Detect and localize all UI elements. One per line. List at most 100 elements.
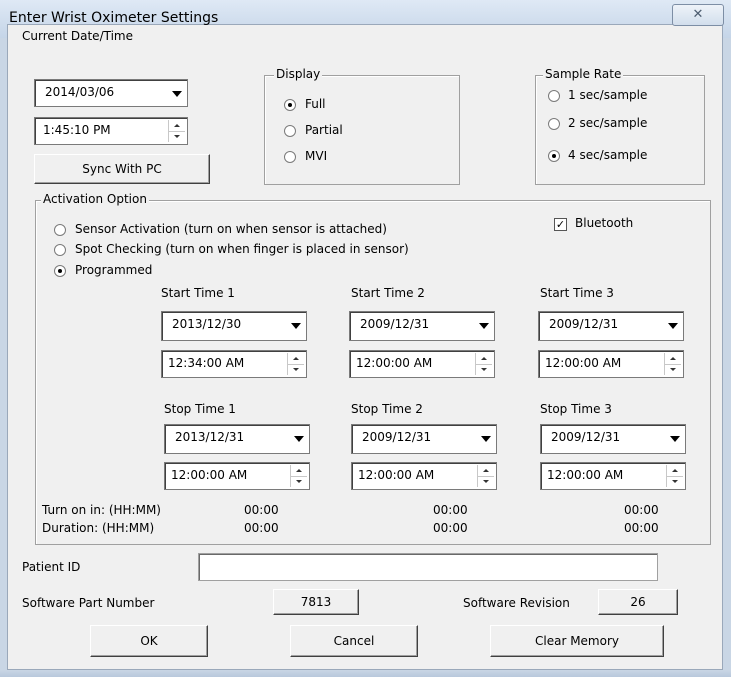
stop-date-2-combo[interactable]: 2009/12/31 bbox=[351, 424, 497, 454]
current-date-combo[interactable]: 2014/03/06 bbox=[34, 79, 188, 107]
chevron-down-icon[interactable] bbox=[664, 315, 680, 335]
rate-2s-label: 2 sec/sample bbox=[568, 116, 648, 130]
spin-down-icon[interactable] bbox=[476, 364, 492, 376]
rate-1s-radio[interactable] bbox=[548, 90, 560, 102]
spin-up-icon[interactable] bbox=[291, 465, 307, 476]
close-icon: ✕ bbox=[692, 7, 704, 22]
spot-checking-label: Spot Checking (turn on when finger is pl… bbox=[75, 242, 409, 256]
duration-3-value: 00:00 bbox=[624, 521, 659, 535]
stop-time-2-value: 12:00:00 AM bbox=[358, 468, 435, 482]
stop-date-1-combo[interactable]: 2013/12/31 bbox=[164, 424, 310, 454]
sync-with-pc-button[interactable]: Sync With PC bbox=[34, 154, 210, 184]
start-time-2-spinner[interactable]: 12:00:00 AM bbox=[349, 350, 495, 378]
window-bottom-border bbox=[0, 670, 731, 677]
spin-up-icon[interactable] bbox=[667, 465, 683, 476]
display-mvi-label: MVI bbox=[305, 149, 328, 163]
start-time-2-value: 12:00:00 AM bbox=[356, 356, 433, 370]
bluetooth-label: Bluetooth bbox=[575, 216, 634, 230]
activation-legend: Activation Option bbox=[41, 192, 149, 206]
spin-down-icon[interactable] bbox=[169, 131, 185, 143]
spin-down-icon[interactable] bbox=[288, 364, 304, 376]
rate-1s-label: 1 sec/sample bbox=[568, 88, 648, 102]
start-time-1-label: Start Time 1 bbox=[161, 286, 235, 300]
turn-on-2-value: 00:00 bbox=[433, 503, 468, 517]
sample-rate-legend: Sample Rate bbox=[543, 67, 624, 81]
spin-up-icon[interactable] bbox=[476, 353, 492, 364]
stop-date-3-value: 2009/12/31 bbox=[551, 430, 621, 444]
close-button[interactable]: ✕ bbox=[672, 4, 724, 26]
spin-down-icon[interactable] bbox=[478, 476, 494, 488]
chevron-down-icon[interactable] bbox=[666, 428, 682, 448]
checkmark-icon: ✓ bbox=[555, 218, 566, 231]
turn-on-label: Turn on in: (HH:MM) bbox=[42, 503, 161, 517]
patient-id-label: Patient ID bbox=[22, 560, 81, 574]
current-datetime-label: Current Date/Time bbox=[22, 29, 133, 43]
stop-date-3-combo[interactable]: 2009/12/31 bbox=[540, 424, 686, 454]
rate-4s-radio[interactable] bbox=[548, 150, 560, 162]
duration-label: Duration: (HH:MM) bbox=[42, 521, 155, 535]
sensor-activation-radio[interactable] bbox=[54, 224, 66, 236]
start-time-3-label: Start Time 3 bbox=[540, 286, 614, 300]
stop-time-2-label: Stop Time 2 bbox=[351, 402, 423, 416]
start-time-1-value: 12:34:00 AM bbox=[168, 356, 245, 370]
display-partial-radio[interactable] bbox=[284, 125, 296, 137]
spin-up-icon[interactable] bbox=[169, 120, 185, 131]
window-title: Enter Wrist Oximeter Settings bbox=[9, 10, 219, 26]
display-legend: Display bbox=[274, 67, 323, 81]
start-date-2-combo[interactable]: 2009/12/31 bbox=[349, 311, 495, 341]
display-full-label: Full bbox=[305, 97, 326, 111]
software-part-label: Software Part Number bbox=[22, 596, 155, 610]
start-time-1-spinner[interactable]: 12:34:00 AM bbox=[161, 350, 307, 378]
display-mvi-radio[interactable] bbox=[284, 151, 296, 163]
start-time-3-value: 12:00:00 AM bbox=[545, 356, 622, 370]
programmed-label: Programmed bbox=[75, 263, 153, 277]
spin-down-icon[interactable] bbox=[665, 364, 681, 376]
start-date-1-combo[interactable]: 2013/12/30 bbox=[161, 311, 307, 341]
programmed-radio[interactable] bbox=[54, 265, 66, 277]
display-full-radio[interactable] bbox=[284, 99, 296, 111]
ok-button[interactable]: OK bbox=[90, 625, 208, 657]
rate-2s-radio[interactable] bbox=[548, 118, 560, 130]
spot-checking-radio[interactable] bbox=[54, 244, 66, 256]
patient-id-input[interactable] bbox=[198, 553, 658, 581]
clear-memory-button[interactable]: Clear Memory bbox=[490, 625, 664, 657]
stop-time-2-spinner[interactable]: 12:00:00 AM bbox=[351, 462, 497, 490]
start-time-3-spinner[interactable]: 12:00:00 AM bbox=[538, 350, 684, 378]
bluetooth-checkbox[interactable]: ✓ bbox=[554, 218, 567, 231]
spin-up-icon[interactable] bbox=[478, 465, 494, 476]
stop-time-1-value: 12:00:00 AM bbox=[171, 468, 248, 482]
chevron-down-icon[interactable] bbox=[475, 315, 491, 335]
start-date-3-value: 2009/12/31 bbox=[549, 317, 619, 331]
duration-1-value: 00:00 bbox=[244, 521, 279, 535]
start-time-2-label: Start Time 2 bbox=[351, 286, 425, 300]
chevron-down-icon[interactable] bbox=[168, 83, 184, 103]
chevron-down-icon[interactable] bbox=[287, 315, 303, 335]
current-time-spinner[interactable]: 1:45:10 PM bbox=[34, 117, 188, 145]
stop-time-3-label: Stop Time 3 bbox=[540, 402, 612, 416]
turn-on-1-value: 00:00 bbox=[244, 503, 279, 517]
stop-time-1-spinner[interactable]: 12:00:00 AM bbox=[164, 462, 310, 490]
chevron-down-icon[interactable] bbox=[290, 428, 306, 448]
stop-time-3-value: 12:00:00 AM bbox=[547, 468, 624, 482]
stop-date-1-value: 2013/12/31 bbox=[175, 430, 245, 444]
software-revision-label: Software Revision bbox=[463, 596, 570, 610]
start-date-3-combo[interactable]: 2009/12/31 bbox=[538, 311, 684, 341]
cancel-button[interactable]: Cancel bbox=[290, 625, 418, 657]
software-revision-value: 26 bbox=[598, 589, 678, 615]
turn-on-3-value: 00:00 bbox=[624, 503, 659, 517]
start-date-2-value: 2009/12/31 bbox=[360, 317, 430, 331]
stop-time-3-spinner[interactable]: 12:00:00 AM bbox=[540, 462, 686, 490]
rate-4s-label: 4 sec/sample bbox=[568, 148, 648, 162]
current-time-value: 1:45:10 PM bbox=[43, 123, 111, 137]
spin-down-icon[interactable] bbox=[291, 476, 307, 488]
spin-down-icon[interactable] bbox=[667, 476, 683, 488]
spin-up-icon[interactable] bbox=[665, 353, 681, 364]
spin-up-icon[interactable] bbox=[288, 353, 304, 364]
duration-2-value: 00:00 bbox=[433, 521, 468, 535]
software-part-value: 7813 bbox=[273, 589, 359, 615]
start-date-1-value: 2013/12/30 bbox=[172, 317, 242, 331]
stop-time-1-label: Stop Time 1 bbox=[164, 402, 236, 416]
display-partial-label: Partial bbox=[305, 123, 343, 137]
chevron-down-icon[interactable] bbox=[477, 428, 493, 448]
sensor-activation-label: Sensor Activation (turn on when sensor i… bbox=[75, 222, 387, 236]
